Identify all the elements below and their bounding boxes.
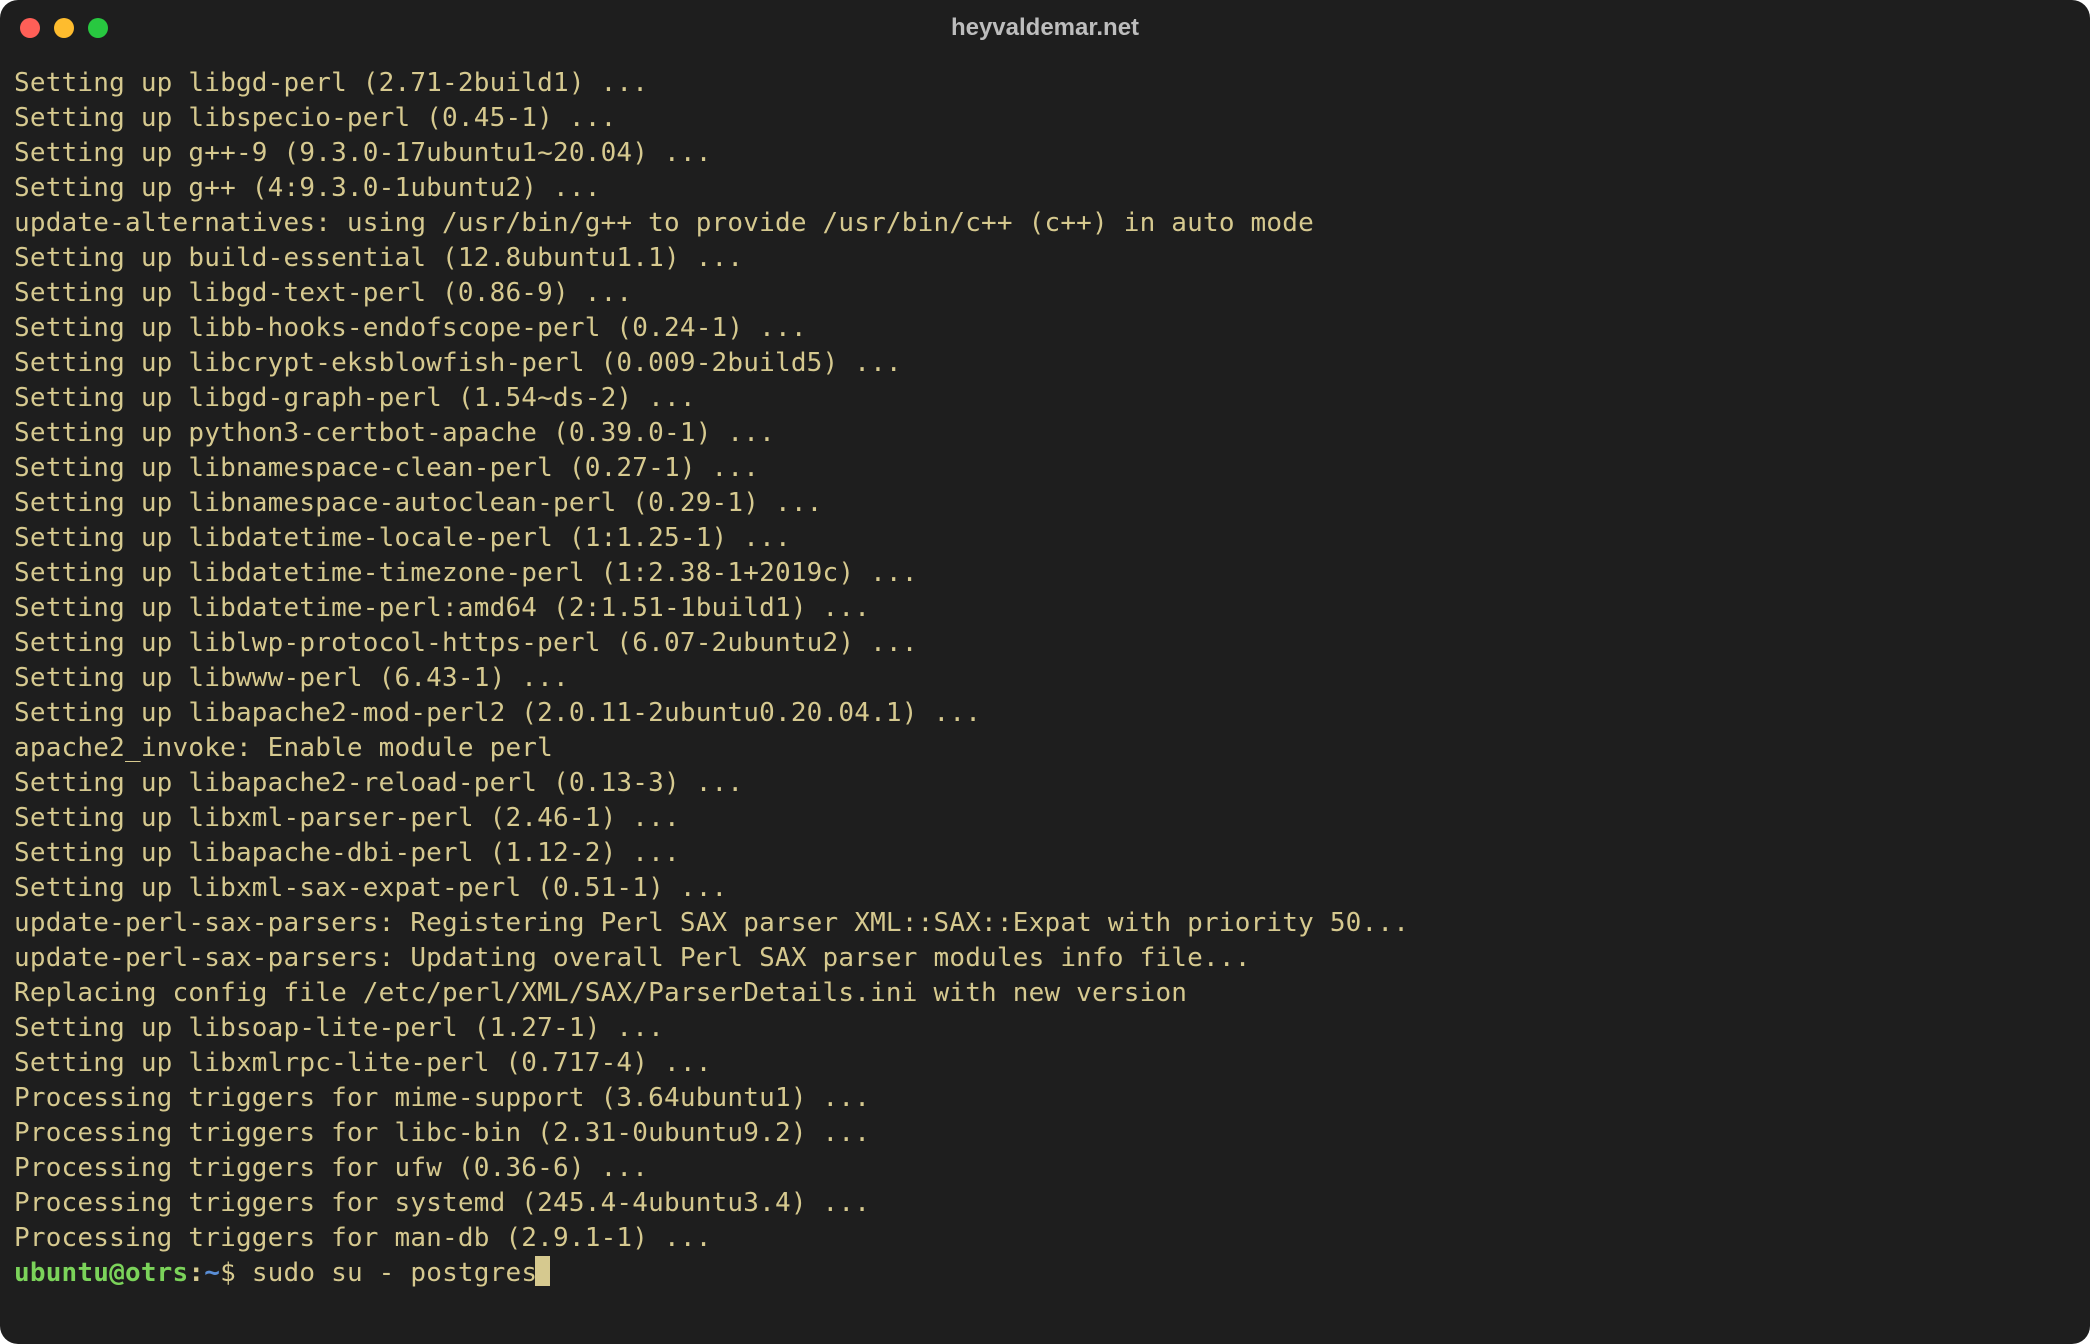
output-line: Processing triggers for systemd (245.4-4… xyxy=(14,1186,2076,1221)
output-line: Setting up libdatetime-perl:amd64 (2:1.5… xyxy=(14,591,2076,626)
output-line: Setting up libwww-perl (6.43-1) ... xyxy=(14,661,2076,696)
prompt-path: ~ xyxy=(204,1258,220,1288)
prompt-separator: : xyxy=(188,1258,204,1288)
output-line: update-perl-sax-parsers: Registering Per… xyxy=(14,906,2076,941)
output-line: Setting up libxml-parser-perl (2.46-1) .… xyxy=(14,801,2076,836)
output-line: Processing triggers for libc-bin (2.31-0… xyxy=(14,1116,2076,1151)
output-line: Setting up libnamespace-clean-perl (0.27… xyxy=(14,451,2076,486)
output-line: Setting up libxml-sax-expat-perl (0.51-1… xyxy=(14,871,2076,906)
output-line: Setting up g++-9 (9.3.0-17ubuntu1~20.04)… xyxy=(14,136,2076,171)
prompt-user-host: ubuntu@otrs xyxy=(14,1258,188,1288)
output-line: Setting up python3-certbot-apache (0.39.… xyxy=(14,416,2076,451)
terminal-output[interactable]: Setting up libgd-perl (2.71-2build1) ...… xyxy=(0,56,2090,1305)
output-line: Setting up libnamespace-autoclean-perl (… xyxy=(14,486,2076,521)
maximize-icon[interactable] xyxy=(88,18,108,38)
output-line: update-perl-sax-parsers: Updating overal… xyxy=(14,941,2076,976)
window-title: heyvaldemar.net xyxy=(0,14,2090,42)
prompt-symbol: $ xyxy=(220,1258,236,1288)
output-line: Setting up libcrypt-eksblowfish-perl (0.… xyxy=(14,346,2076,381)
minimize-icon[interactable] xyxy=(54,18,74,38)
titlebar: heyvaldemar.net xyxy=(0,0,2090,56)
output-line: Setting up libxmlrpc-lite-perl (0.717-4)… xyxy=(14,1046,2076,1081)
traffic-lights xyxy=(20,18,108,38)
output-line: Setting up libdatetime-timezone-perl (1:… xyxy=(14,556,2076,591)
command-input[interactable]: sudo su - postgres xyxy=(252,1258,537,1288)
prompt-line[interactable]: ubuntu@otrs:~$ sudo su - postgres xyxy=(14,1256,2076,1291)
terminal-window: heyvaldemar.net Setting up libgd-perl (2… xyxy=(0,0,2090,1344)
output-line: Setting up build-essential (12.8ubuntu1.… xyxy=(14,241,2076,276)
output-line: Setting up liblwp-protocol-https-perl (6… xyxy=(14,626,2076,661)
output-line: Setting up libgd-text-perl (0.86-9) ... xyxy=(14,276,2076,311)
output-line: Processing triggers for ufw (0.36-6) ... xyxy=(14,1151,2076,1186)
output-line: Setting up libapache-dbi-perl (1.12-2) .… xyxy=(14,836,2076,871)
output-line: Setting up g++ (4:9.3.0-1ubuntu2) ... xyxy=(14,171,2076,206)
output-line: Setting up libdatetime-locale-perl (1:1.… xyxy=(14,521,2076,556)
output-line: Processing triggers for man-db (2.9.1-1)… xyxy=(14,1221,2076,1256)
output-line: apache2_invoke: Enable module perl xyxy=(14,731,2076,766)
cursor-icon xyxy=(535,1256,550,1286)
output-line: Setting up libapache2-reload-perl (0.13-… xyxy=(14,766,2076,801)
close-icon[interactable] xyxy=(20,18,40,38)
output-line: Setting up libb-hooks-endofscope-perl (0… xyxy=(14,311,2076,346)
output-line: Replacing config file /etc/perl/XML/SAX/… xyxy=(14,976,2076,1011)
output-line: Setting up libapache2-mod-perl2 (2.0.11-… xyxy=(14,696,2076,731)
output-line: Setting up libgd-perl (2.71-2build1) ... xyxy=(14,66,2076,101)
output-line: update-alternatives: using /usr/bin/g++ … xyxy=(14,206,2076,241)
output-line: Setting up libsoap-lite-perl (1.27-1) ..… xyxy=(14,1011,2076,1046)
output-line: Setting up libgd-graph-perl (1.54~ds-2) … xyxy=(14,381,2076,416)
output-line: Setting up libspecio-perl (0.45-1) ... xyxy=(14,101,2076,136)
output-line: Processing triggers for mime-support (3.… xyxy=(14,1081,2076,1116)
